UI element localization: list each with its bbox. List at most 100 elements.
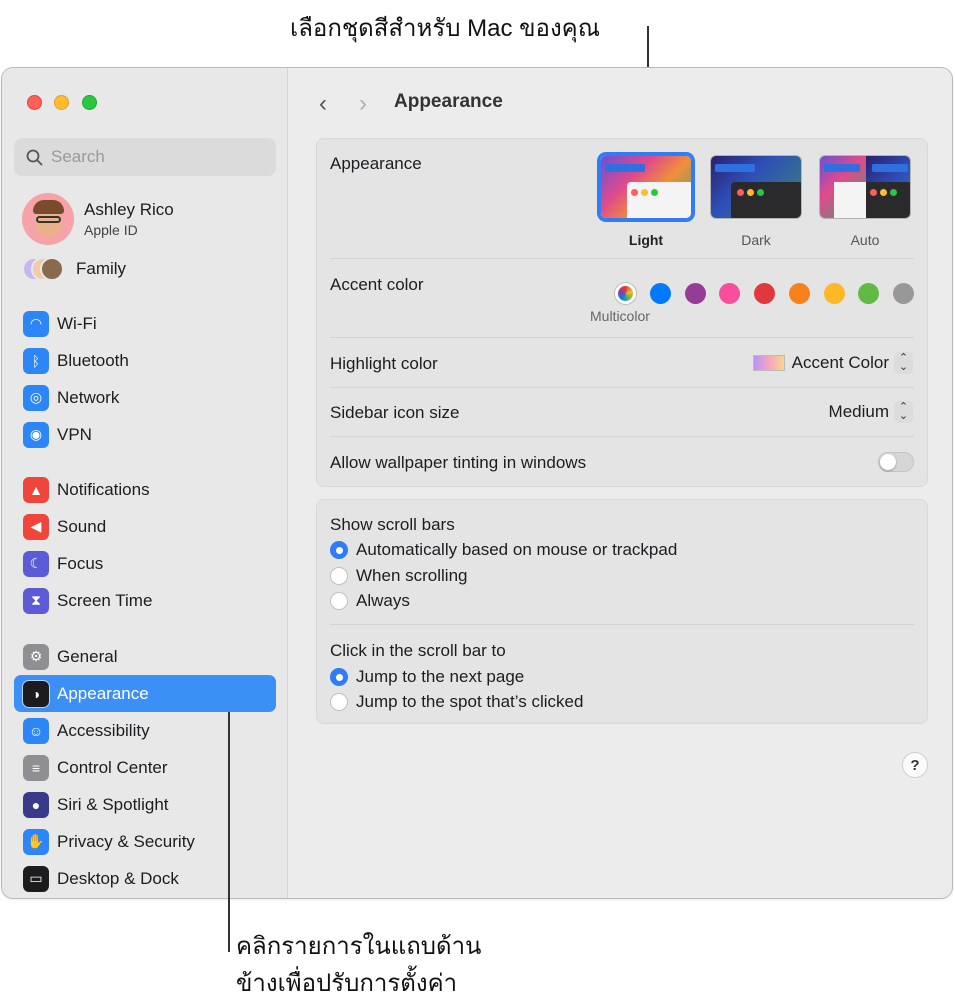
apple-id-profile[interactable]: Ashley Rico Apple ID	[22, 193, 174, 245]
avatar	[22, 193, 74, 245]
highlight-color-popup[interactable]: Accent Color ⌃ ⌄	[752, 352, 913, 374]
accent-color-swatch[interactable]	[719, 283, 741, 304]
theme-light-option[interactable]: Light	[600, 155, 692, 248]
radio-selected-icon	[330, 668, 348, 686]
accent-selected-label: Multicolor	[590, 308, 650, 324]
sidebar-item-label: Notifications	[57, 479, 150, 499]
siri-icon: ●	[23, 791, 49, 818]
sidebar-item-label: Desktop & Dock	[57, 868, 179, 888]
scroll-bars-always-radio[interactable]: Always	[330, 591, 410, 611]
sidebar-item-bluetooth[interactable]: ᛒ Bluetooth	[14, 342, 276, 379]
auto-theme-thumbnail	[819, 155, 911, 219]
highlight-gradient-swatch	[752, 355, 785, 371]
wallpaper-tinting-label: Allow wallpaper tinting in windows	[330, 453, 587, 472]
page-title: Appearance	[394, 91, 503, 112]
light-theme-thumbnail	[600, 155, 692, 219]
accent-color-swatch[interactable]	[823, 283, 845, 304]
show-scroll-bars-label: Show scroll bars	[330, 515, 455, 534]
sidebar-item-sound[interactable]: ◀ Sound	[14, 508, 276, 545]
sidebar-icon-size-value: Medium	[828, 402, 889, 421]
sidebar-item-label: Privacy & Security	[57, 831, 195, 851]
accent-multicolor-swatch[interactable]	[615, 283, 636, 304]
wallpaper-tinting-toggle[interactable]	[878, 452, 914, 472]
chevron-updown-icon: ⌃ ⌄	[894, 401, 913, 423]
accent-color-swatch[interactable]	[788, 283, 810, 304]
chevron-updown-icon: ⌃ ⌄	[894, 352, 913, 374]
family-avatars-icon	[22, 255, 66, 283]
profile-subtitle: Apple ID	[84, 222, 138, 238]
sidebar-item-family[interactable]: Family	[22, 255, 126, 283]
sidebar-item-label: VPN	[57, 424, 92, 444]
theme-dark-option[interactable]: Dark	[710, 155, 802, 248]
sidebar-item-label: Appearance	[57, 683, 149, 703]
toggles-icon: ≡	[23, 754, 49, 781]
sidebar-item-label: Focus	[57, 553, 104, 573]
sidebar-item-label: Family	[76, 259, 127, 278]
search-field[interactable]	[14, 138, 276, 176]
sidebar-item-screen-time[interactable]: ⧗ Screen Time	[14, 582, 276, 619]
accent-color-swatch[interactable]	[754, 283, 776, 304]
jump-to-spot-radio[interactable]: Jump to the spot that’s clicked	[330, 692, 583, 712]
sidebar-item-desktop-dock[interactable]: ▭ Desktop & Dock	[14, 860, 276, 897]
sidebar-group-general: ⚙ General ◑ Appearance ☺ Accessibility ≡ Contro…	[14, 638, 276, 897]
scroll-bars-automatic-radio[interactable]: Automatically based on mouse or trackpad	[330, 540, 677, 560]
sidebar-item-label: Network	[57, 387, 120, 407]
sidebar-item-label: General	[57, 646, 118, 666]
forward-button[interactable]: ›	[359, 90, 367, 118]
sidebar-item-vpn[interactable]: ◉ VPN	[14, 416, 276, 453]
radio-icon	[330, 592, 348, 610]
sidebar-item-label: Screen Time	[57, 590, 153, 610]
back-button[interactable]: ‹	[319, 90, 327, 118]
profile-name: Ashley Rico	[84, 200, 174, 219]
radio-selected-icon	[330, 541, 348, 559]
sidebar-group-network: ◠ Wi-Fi ᛒ Bluetooth ◎ Network ◉ VPN	[14, 305, 276, 453]
gear-icon: ⚙	[23, 643, 49, 670]
bluetooth-icon: ᛒ	[23, 347, 49, 374]
sidebar-item-privacy-security[interactable]: ✋ Privacy & Security	[14, 823, 276, 860]
speaker-icon: ◀	[23, 513, 49, 540]
close-button[interactable]	[27, 95, 42, 110]
callout-pointer-line	[228, 712, 230, 952]
sidebar-item-label: Sound	[57, 516, 107, 536]
minimize-button[interactable]	[54, 95, 69, 110]
help-button[interactable]: ?	[902, 752, 928, 778]
radio-icon	[330, 693, 348, 711]
vpn-globe-icon: ◉	[23, 421, 49, 448]
theme-auto-label: Auto	[850, 232, 880, 248]
sidebar-icon-size-popup[interactable]: Medium ⌃ ⌄	[829, 401, 913, 423]
sidebar-item-control-center[interactable]: ≡ Control Center	[14, 749, 276, 786]
bell-icon: ▲	[23, 476, 49, 503]
sidebar-item-siri-spotlight[interactable]: ● Siri & Spotlight	[14, 786, 276, 823]
accent-color-swatch[interactable]	[684, 283, 706, 304]
sidebar-item-focus[interactable]: ☾ Focus	[14, 545, 276, 582]
sidebar-item-notifications[interactable]: ▲ Notifications	[14, 471, 276, 508]
accessibility-icon: ☺	[23, 717, 49, 744]
sidebar-item-label: Siri & Spotlight	[57, 794, 169, 814]
accent-color-swatch[interactable]	[650, 283, 671, 304]
sidebar-item-appearance[interactable]: ◑ Appearance	[14, 675, 276, 712]
jump-next-page-radio[interactable]: Jump to the next page	[330, 667, 524, 687]
search-input[interactable]	[51, 147, 251, 167]
appearance-label: Appearance	[330, 154, 422, 173]
theme-auto-option[interactable]: Auto	[819, 155, 911, 248]
sidebar-item-general[interactable]: ⚙ General	[14, 638, 276, 675]
globe-icon: ◎	[23, 384, 49, 411]
accent-color-swatch[interactable]	[858, 283, 880, 304]
sidebar-item-accessibility[interactable]: ☺ Accessibility	[14, 712, 276, 749]
zoom-button[interactable]	[82, 95, 97, 110]
search-icon	[26, 149, 43, 165]
sidebar: Ashley Rico Apple ID Family ◠ Wi-Fi ᛒ Bluet…	[2, 68, 288, 898]
appearance-settings-panel: Appearance Light Dark Auto Accent color …	[316, 138, 928, 487]
sidebar-item-label: Accessibility	[57, 720, 150, 740]
callout-click-sidebar: คลิกรายการในแถบด้าน ข้างเพื่อปรับการตั้ง…	[236, 933, 482, 997]
sidebar-item-network[interactable]: ◎ Network	[14, 379, 276, 416]
sidebar-item-label: Control Center	[57, 757, 168, 777]
hourglass-icon: ⧗	[23, 587, 49, 614]
moon-icon: ☾	[23, 550, 49, 577]
scroll-bars-when-scrolling-radio[interactable]: When scrolling	[330, 566, 468, 586]
sidebar-item-wi-fi[interactable]: ◠ Wi-Fi	[14, 305, 276, 342]
dark-theme-thumbnail	[710, 155, 802, 219]
accent-color-swatch[interactable]	[892, 283, 914, 304]
main-content: ‹ › Appearance Appearance Light Dark Aut…	[289, 68, 952, 898]
sidebar-item-label: Wi-Fi	[57, 313, 97, 333]
